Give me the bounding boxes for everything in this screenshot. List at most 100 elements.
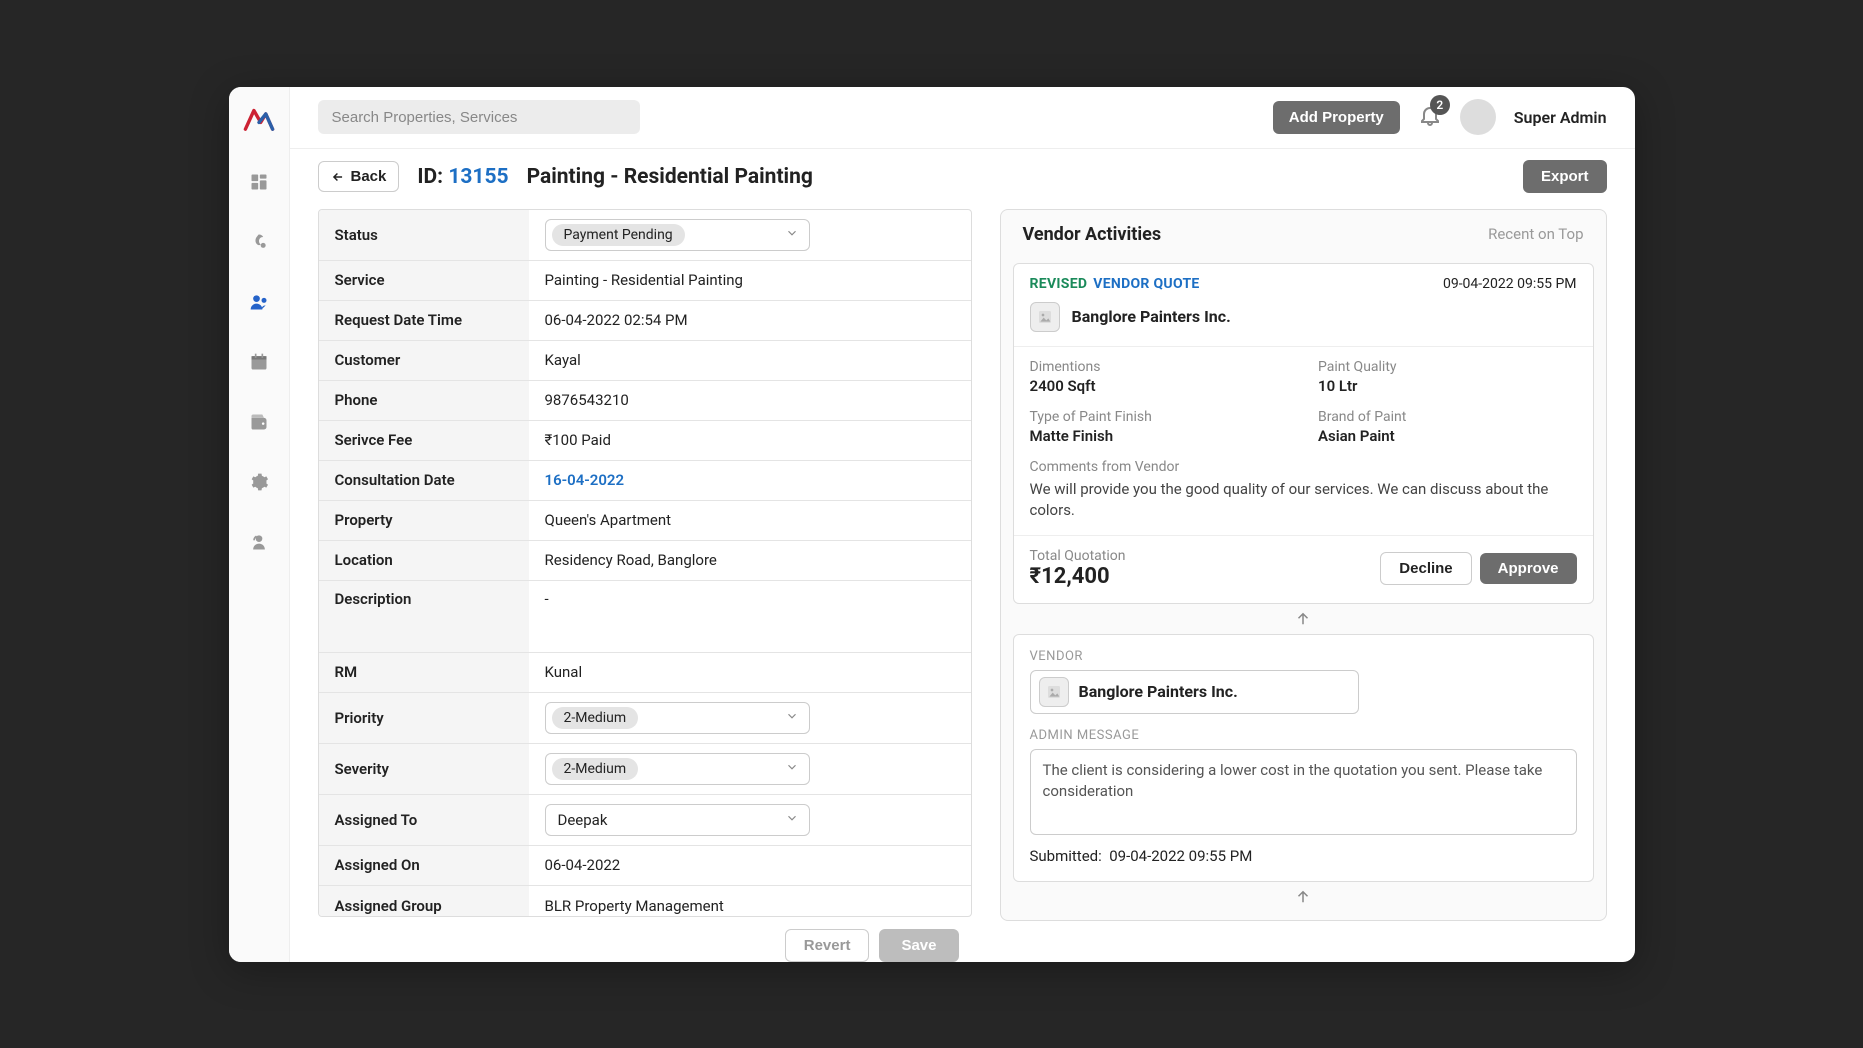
desc-label: Description bbox=[319, 581, 529, 652]
sidebar bbox=[229, 87, 290, 962]
rm-label: RM bbox=[319, 653, 529, 692]
calendar-icon[interactable] bbox=[248, 351, 270, 373]
assignedon-value: 06-04-2022 bbox=[529, 846, 971, 885]
vendor-panel: Vendor Activities Recent on Top REVISED … bbox=[1000, 209, 1607, 962]
image-placeholder-icon bbox=[1030, 302, 1060, 332]
finish-value: Matte Finish bbox=[1030, 427, 1289, 445]
chevron-down-icon bbox=[785, 709, 799, 727]
add-property-button[interactable]: Add Property bbox=[1273, 101, 1400, 134]
chevron-down-icon bbox=[785, 811, 799, 829]
service-value: Painting - Residential Painting bbox=[529, 261, 971, 300]
brand-label: Brand of Paint bbox=[1318, 409, 1577, 425]
decline-button[interactable]: Decline bbox=[1380, 552, 1471, 585]
phone-value: 9876543210 bbox=[529, 381, 971, 420]
app-window: Add Property 2 Super Admin Back ID: 1315… bbox=[229, 87, 1635, 962]
page-header: Back ID: 13155 Painting - Residential Pa… bbox=[290, 149, 1635, 205]
service-label: Service bbox=[319, 261, 529, 300]
vendor-chip-label: VENDOR bbox=[1030, 649, 1577, 664]
revert-button[interactable]: Revert bbox=[785, 929, 870, 962]
total-value: ₹12,400 bbox=[1030, 564, 1126, 589]
chevron-down-icon bbox=[785, 760, 799, 778]
customer-label: Customer bbox=[319, 341, 529, 380]
dashboard-icon[interactable] bbox=[248, 171, 270, 193]
assignedon-label: Assigned On bbox=[319, 846, 529, 885]
property-value: Queen's Apartment bbox=[529, 501, 971, 540]
status-select[interactable]: Payment Pending bbox=[545, 219, 810, 251]
back-label: Back bbox=[351, 168, 387, 185]
request-value: 06-04-2022 02:54 PM bbox=[529, 301, 971, 340]
services-icon[interactable] bbox=[248, 231, 270, 253]
comment-label: Comments from Vendor bbox=[1030, 459, 1577, 475]
priority-label: Priority bbox=[319, 693, 529, 743]
comment-value: We will provide you the good quality of … bbox=[1030, 479, 1577, 521]
assignedgroup-value: BLR Property Management bbox=[529, 886, 971, 917]
admin-msg-label: ADMIN MESSAGE bbox=[1030, 728, 1577, 743]
desc-value: - bbox=[529, 581, 971, 652]
content: Status Payment Pending ServicePainting -… bbox=[290, 205, 1635, 962]
location-value: Residency Road, Banglore bbox=[529, 541, 971, 580]
back-button[interactable]: Back bbox=[318, 161, 400, 192]
admin-message-text[interactable]: The client is considering a lower cost i… bbox=[1030, 749, 1577, 835]
brand-value: Asian Paint bbox=[1318, 427, 1577, 445]
total-label: Total Quotation bbox=[1030, 548, 1126, 564]
details-table: Status Payment Pending ServicePainting -… bbox=[318, 209, 972, 917]
vendor-activities-title: Vendor Activities bbox=[1023, 224, 1162, 245]
paint-value: 10 Ltr bbox=[1318, 377, 1577, 395]
image-placeholder-icon bbox=[1039, 677, 1069, 707]
customer-value: Kayal bbox=[529, 341, 971, 380]
quote-type: VENDOR QUOTE bbox=[1093, 276, 1199, 292]
topbar: Add Property 2 Super Admin bbox=[290, 87, 1635, 149]
location-label: Location bbox=[319, 541, 529, 580]
record-id: ID: 13155 bbox=[417, 165, 508, 189]
main-area: Add Property 2 Super Admin Back ID: 1315… bbox=[290, 87, 1635, 962]
vendor-chip[interactable]: Banglore Painters Inc. bbox=[1030, 670, 1359, 714]
revised-tag: REVISED bbox=[1030, 276, 1088, 292]
settings-icon[interactable] bbox=[248, 471, 270, 493]
submitted-line: Submitted: 09-04-2022 09:55 PM bbox=[1030, 847, 1577, 865]
consult-label: Consultation Date bbox=[319, 461, 529, 500]
dim-value: 2400 Sqft bbox=[1030, 377, 1289, 395]
fee-value: ₹100 Paid bbox=[529, 421, 971, 460]
finish-label: Type of Paint Finish bbox=[1030, 409, 1289, 425]
save-button[interactable]: Save bbox=[879, 929, 958, 962]
quote-timestamp: 09-04-2022 09:55 PM bbox=[1443, 276, 1577, 292]
consult-value[interactable]: 16-04-2022 bbox=[529, 461, 971, 500]
arrow-up-icon bbox=[1001, 888, 1606, 906]
assignedto-select[interactable]: Deepak bbox=[545, 804, 810, 836]
fee-label: Serivce Fee bbox=[319, 421, 529, 460]
support-icon[interactable] bbox=[248, 531, 270, 553]
wallet-icon[interactable] bbox=[248, 411, 270, 433]
priority-select[interactable]: 2-Medium bbox=[545, 702, 810, 734]
property-label: Property bbox=[319, 501, 529, 540]
sort-label[interactable]: Recent on Top bbox=[1488, 225, 1583, 243]
vendor-chip-name: Banglore Painters Inc. bbox=[1079, 682, 1238, 701]
user-name: Super Admin bbox=[1514, 108, 1607, 127]
vendor-name: Banglore Painters Inc. bbox=[1072, 307, 1231, 326]
approve-button[interactable]: Approve bbox=[1480, 553, 1577, 584]
customers-icon[interactable] bbox=[248, 291, 270, 313]
notifications-icon[interactable]: 2 bbox=[1418, 103, 1442, 131]
paint-label: Paint Quality bbox=[1318, 359, 1577, 375]
form-actions: Revert Save bbox=[318, 917, 972, 962]
rm-value: Kunal bbox=[529, 653, 971, 692]
severity-select[interactable]: 2-Medium bbox=[545, 753, 810, 785]
vendor-activities-card: Vendor Activities Recent on Top REVISED … bbox=[1000, 209, 1607, 921]
priority-value: 2-Medium bbox=[552, 707, 639, 729]
brand-logo bbox=[242, 105, 276, 133]
request-label: Request Date Time bbox=[319, 301, 529, 340]
assignedgroup-label: Assigned Group bbox=[319, 886, 529, 917]
assignedto-label: Assigned To bbox=[319, 795, 529, 845]
assignedto-value: Deepak bbox=[552, 811, 608, 829]
page-title: Painting - Residential Painting bbox=[527, 165, 813, 189]
search-input[interactable] bbox=[318, 100, 640, 134]
status-label: Status bbox=[319, 210, 529, 260]
status-value: Payment Pending bbox=[552, 224, 685, 246]
chevron-down-icon bbox=[785, 226, 799, 244]
vendor-quote-card: REVISED VENDOR QUOTE 09-04-2022 09:55 PM… bbox=[1013, 263, 1594, 604]
user-avatar[interactable] bbox=[1460, 99, 1496, 135]
export-button[interactable]: Export bbox=[1523, 160, 1607, 193]
details-panel: Status Payment Pending ServicePainting -… bbox=[318, 209, 972, 962]
severity-value: 2-Medium bbox=[552, 758, 639, 780]
arrow-up-icon bbox=[1001, 610, 1606, 628]
admin-message-card: VENDOR Banglore Painters Inc. ADMIN MESS… bbox=[1013, 634, 1594, 882]
